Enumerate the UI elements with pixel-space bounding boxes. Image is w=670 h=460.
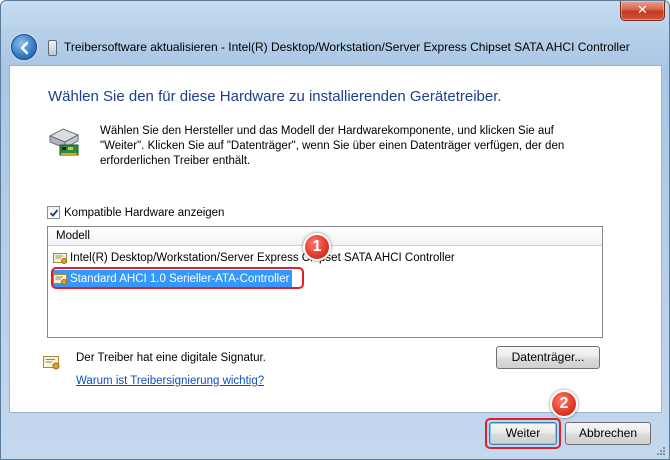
page-heading: Wählen Sie den für diese Hardware zu ins… (48, 88, 502, 105)
navigation-bar: Treibersoftware aktualisieren - Intel(R)… (2, 31, 670, 65)
close-button[interactable]: ✕ (620, 1, 665, 21)
next-button[interactable]: Weiter (489, 422, 557, 445)
close-icon: ✕ (637, 2, 648, 17)
resize-grip-icon[interactable] (656, 446, 666, 456)
selection-highlight-box (51, 267, 304, 289)
intro-text: Wählen Sie den Hersteller und das Modell… (100, 125, 565, 167)
device-manager-icon (48, 40, 57, 56)
list-item[interactable]: Intel(R) Desktop/Workstation/Server Expr… (53, 249, 455, 267)
back-button[interactable] (11, 34, 37, 60)
hardware-card-icon (48, 128, 80, 156)
cancel-button[interactable]: Abbrechen (565, 422, 651, 445)
content-area: Wählen Sie den für diese Hardware zu ins… (9, 65, 662, 413)
checkmark-icon (49, 209, 59, 217)
window-title: Treibersoftware aktualisieren - Intel(R)… (64, 40, 630, 54)
dialog-window: ✕ Treibersoftware aktualisieren - Intel(… (0, 0, 670, 460)
title-bar[interactable]: ✕ (1, 1, 670, 31)
certificate-icon (43, 356, 60, 370)
signature-status: Der Treiber hat eine digitale Signatur. (76, 352, 266, 364)
list-item-label: Intel(R) Desktop/Workstation/Server Expr… (70, 252, 455, 264)
back-arrow-icon (20, 41, 29, 55)
compatible-hardware-option[interactable]: Kompatible Hardware anzeigen (47, 206, 224, 219)
compatible-hardware-checkbox[interactable] (47, 206, 60, 219)
step-badge-2: 2 (550, 390, 578, 418)
signature-info-link[interactable]: Warum ist Treibersignierung wichtig? (76, 375, 264, 387)
compatible-hardware-label: Kompatible Hardware anzeigen (64, 206, 225, 219)
step-badge-1: 1 (303, 233, 331, 261)
certificate-icon (53, 252, 67, 264)
have-disk-button[interactable]: Datenträger... (496, 346, 600, 369)
